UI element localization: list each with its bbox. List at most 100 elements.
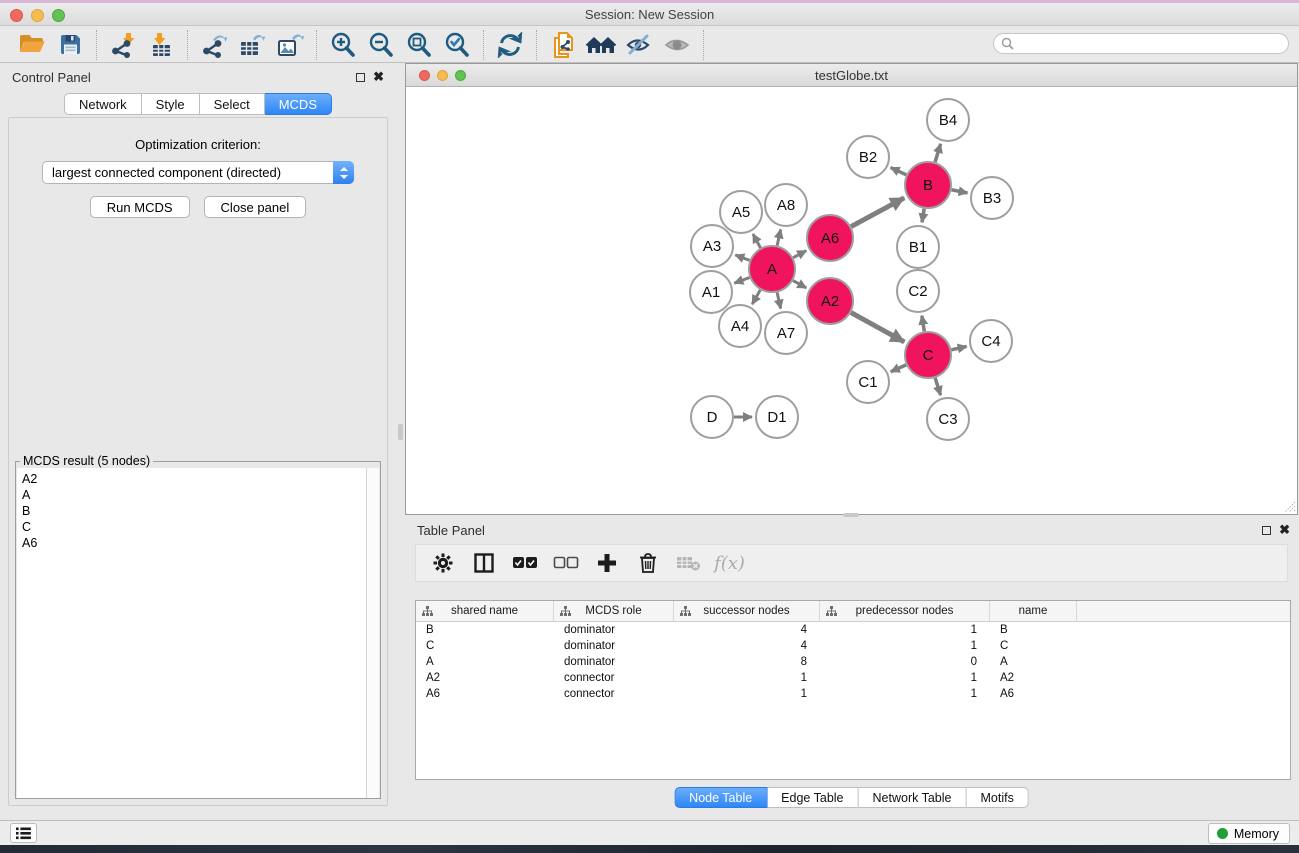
table-cell[interactable]: dominator — [554, 638, 674, 654]
table-cell[interactable]: 1 — [820, 686, 990, 702]
table-cell[interactable]: B — [990, 622, 1077, 638]
new-network-from-selection-icon[interactable] — [544, 30, 582, 60]
table-close-panel-icon[interactable]: ✖ — [1279, 525, 1290, 535]
resize-grip-icon[interactable] — [1283, 500, 1296, 513]
graph-edge[interactable] — [891, 168, 907, 175]
table-cell[interactable]: A2 — [990, 670, 1077, 686]
add-icon[interactable] — [588, 547, 625, 579]
close-panel-button[interactable]: Close panel — [204, 196, 307, 218]
column-header[interactable]: successor nodes — [674, 601, 820, 621]
task-history-button[interactable] — [10, 823, 37, 843]
table-cell[interactable]: 1 — [820, 670, 990, 686]
list-item[interactable]: A6 — [22, 535, 366, 551]
table-row[interactable]: Adominator80A — [416, 654, 1290, 670]
graph-edge[interactable] — [922, 209, 924, 223]
show-all-icon[interactable] — [658, 30, 696, 60]
import-table-icon[interactable] — [142, 30, 180, 60]
table-cell[interactable]: A — [416, 654, 554, 670]
node-table[interactable]: shared nameMCDS rolesuccessor nodesprede… — [415, 600, 1291, 780]
import-network-icon[interactable] — [104, 30, 142, 60]
select-all-icon[interactable] — [506, 547, 543, 579]
table-cell[interactable]: A — [990, 654, 1077, 670]
run-mcds-button[interactable]: Run MCDS — [90, 196, 190, 218]
graph-edge[interactable] — [734, 277, 749, 283]
tab-mcds[interactable]: MCDS — [265, 93, 332, 115]
table-cell[interactable]: 8 — [674, 654, 820, 670]
graph-edge[interactable] — [951, 346, 966, 349]
save-icon[interactable] — [51, 30, 89, 60]
tab-network[interactable]: Network — [64, 93, 142, 115]
graph-edge[interactable] — [793, 251, 806, 258]
table-cell[interactable]: dominator — [554, 654, 674, 670]
table-row[interactable]: A2connector11A2 — [416, 670, 1290, 686]
table-cell[interactable]: 4 — [674, 622, 820, 638]
graph-edge[interactable] — [922, 316, 924, 332]
graph-edge[interactable] — [851, 313, 904, 342]
float-panel-icon[interactable] — [356, 73, 365, 82]
zoom-in-icon[interactable] — [324, 30, 362, 60]
table-float-panel-icon[interactable] — [1262, 526, 1271, 535]
network-canvas[interactable]: B4B2BB3A8A5A6A3B1AA1C2A2A4A7C4CC1DD1C3 — [406, 87, 1297, 514]
graph-edge[interactable] — [735, 255, 749, 260]
table-cell[interactable]: 4 — [674, 638, 820, 654]
gear-icon[interactable] — [424, 547, 461, 579]
tab-edge-table[interactable]: Edge Table — [767, 787, 858, 808]
column-header[interactable]: shared name — [416, 601, 554, 621]
close-panel-icon[interactable]: ✖ — [373, 72, 384, 82]
tab-network-table[interactable]: Network Table — [859, 787, 967, 808]
table-cell[interactable]: 1 — [674, 670, 820, 686]
export-table-icon[interactable] — [233, 30, 271, 60]
list-item[interactable]: B — [22, 503, 366, 519]
graph-edge[interactable] — [777, 292, 781, 308]
deselect-all-icon[interactable] — [547, 547, 584, 579]
graph-edge[interactable] — [793, 281, 806, 288]
list-item[interactable]: A — [22, 487, 366, 503]
zoom-selected-icon[interactable] — [438, 30, 476, 60]
tab-select[interactable]: Select — [200, 93, 265, 115]
refresh-icon[interactable] — [491, 30, 529, 60]
graph-edge[interactable] — [891, 365, 906, 372]
hide-selected-icon[interactable] — [620, 30, 658, 60]
optimization-criterion-select[interactable]: largest connected component (directed) — [42, 161, 354, 184]
table-cell[interactable]: A6 — [990, 686, 1077, 702]
graph-edge[interactable] — [935, 144, 941, 162]
result-list-scrollbar[interactable] — [366, 468, 379, 798]
graph-edge[interactable] — [777, 229, 781, 245]
network-window-titlebar[interactable]: testGlobe.txt — [406, 64, 1297, 87]
open-folder-icon[interactable] — [13, 30, 51, 60]
table-cell[interactable]: 1 — [820, 638, 990, 654]
first-neighbors-icon[interactable] — [582, 30, 620, 60]
graph-edge[interactable] — [952, 190, 968, 193]
tab-motifs[interactable]: Motifs — [966, 787, 1028, 808]
search-input[interactable] — [993, 33, 1289, 54]
graph-edge[interactable] — [752, 290, 760, 304]
trash-icon[interactable] — [629, 547, 666, 579]
table-cell[interactable]: 1 — [674, 686, 820, 702]
export-image-icon[interactable] — [271, 30, 309, 60]
horizontal-splitter-handle[interactable] — [843, 513, 859, 517]
list-item[interactable]: A2 — [22, 471, 366, 487]
graph-edge[interactable] — [851, 198, 904, 227]
mcds-result-list[interactable]: A2ABCA6 — [17, 468, 379, 798]
table-row[interactable]: Bdominator41B — [416, 622, 1290, 638]
table-cell[interactable]: A6 — [416, 686, 554, 702]
tab-node-table[interactable]: Node Table — [674, 787, 767, 808]
column-header[interactable]: MCDS role — [554, 601, 674, 621]
table-cell[interactable]: B — [416, 622, 554, 638]
zoom-fit-icon[interactable] — [400, 30, 438, 60]
table-cell[interactable]: connector — [554, 670, 674, 686]
vertical-splitter-handle[interactable] — [398, 424, 403, 440]
column-header[interactable]: predecessor nodes — [820, 601, 990, 621]
column-header[interactable]: name — [990, 601, 1077, 621]
table-cell[interactable]: 1 — [820, 622, 990, 638]
table-cell[interactable]: connector — [554, 686, 674, 702]
table-row[interactable]: Cdominator41C — [416, 638, 1290, 654]
tab-style[interactable]: Style — [142, 93, 200, 115]
zoom-out-icon[interactable] — [362, 30, 400, 60]
table-row[interactable]: A6connector11A6 — [416, 686, 1290, 702]
table-cell[interactable]: C — [990, 638, 1077, 654]
columns-icon[interactable] — [465, 547, 502, 579]
memory-button[interactable]: Memory — [1208, 823, 1290, 844]
table-cell[interactable]: C — [416, 638, 554, 654]
graph-edge[interactable] — [753, 234, 761, 248]
